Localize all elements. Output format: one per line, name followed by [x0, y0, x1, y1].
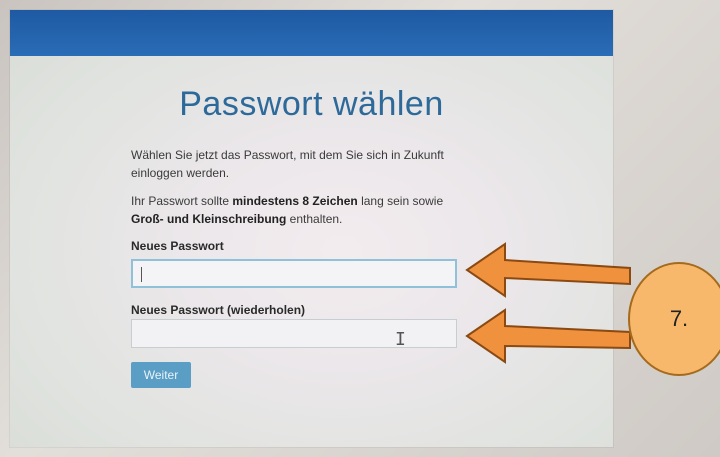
new-password-input[interactable] [131, 259, 457, 288]
requirements-min-length: mindestens 8 Zeichen [232, 194, 358, 208]
page-title: Passwort wählen [179, 85, 444, 123]
annotation-arrow-1 [465, 242, 631, 298]
new-password-label: Neues Passwort [131, 239, 224, 253]
step-number-badge: 7. [628, 262, 720, 376]
requirements-case: Groß- und Kleinschreibung [131, 212, 287, 226]
weiter-button[interactable]: Weiter [131, 362, 191, 388]
intro-text: Wählen Sie jetzt das Passwort, mit dem S… [131, 148, 444, 180]
annotation-arrow-2 [465, 308, 631, 364]
top-navigation-bar [10, 10, 613, 56]
repeat-password-input[interactable] [131, 319, 457, 348]
password-requirements: Ihr Passwort sollte mindestens 8 Zeichen… [131, 192, 471, 228]
requirements-suffix: enthalten. [286, 212, 343, 226]
requirements-prefix: Ihr Passwort sollte [131, 194, 233, 208]
monitor-screen: Passwort wählen Wählen Sie jetzt das Pas… [10, 10, 613, 447]
repeat-password-label: Neues Passwort (wiederholen) [131, 303, 306, 317]
text-cursor-icon: I [395, 329, 406, 350]
text-caret [141, 267, 142, 282]
requirements-middle: lang sein sowie [357, 194, 444, 208]
